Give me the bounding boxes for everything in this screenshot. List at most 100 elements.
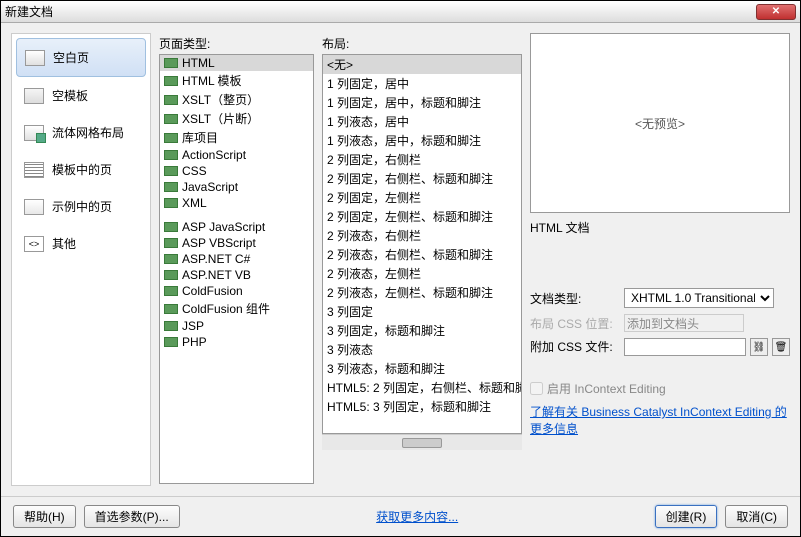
window-title: 新建文档	[5, 3, 756, 20]
remove-css-button[interactable]: 🗑	[772, 338, 790, 356]
page-type-item[interactable]: HTML 模板	[160, 71, 313, 90]
layout-item[interactable]: 2 列固定，左侧栏	[323, 188, 521, 207]
nav-item-label: 流体网格布局	[52, 124, 124, 141]
file-type-icon	[164, 133, 178, 143]
layout-item[interactable]: 1 列液态，居中，标题和脚注	[323, 131, 521, 150]
page-type-item[interactable]: ColdFusion 组件	[160, 299, 313, 318]
layout-item[interactable]: <无>	[323, 55, 521, 74]
page-type-label: HTML 模板	[182, 72, 242, 89]
page-type-item[interactable]: ASP.NET C#	[160, 251, 313, 267]
titlebar: 新建文档 ✕	[1, 1, 800, 23]
cancel-button[interactable]: 取消(C)	[725, 505, 788, 528]
nav-other[interactable]: <> 其他	[16, 225, 146, 262]
page-type-label: XSLT（片断）	[182, 110, 259, 127]
file-type-icon	[164, 238, 178, 248]
nav-item-label: 模板中的页	[52, 161, 112, 178]
doctype-label: 文档类型:	[530, 290, 618, 307]
get-more-link[interactable]: 获取更多内容...	[376, 510, 458, 524]
page-type-label: JSP	[182, 319, 204, 333]
close-button[interactable]: ✕	[756, 4, 796, 20]
link-css-button[interactable]: ⛓	[750, 338, 768, 356]
close-icon: ✕	[772, 6, 780, 17]
page-type-item[interactable]: ASP VBScript	[160, 235, 313, 251]
page-type-label: 库项目	[182, 129, 218, 146]
page-type-item[interactable]: JavaScript	[160, 179, 313, 195]
page-type-item[interactable]: ASP JavaScript	[160, 219, 313, 235]
page-type-item[interactable]: ASP.NET VB	[160, 267, 313, 283]
page-type-item[interactable]: XSLT（整页）	[160, 90, 313, 109]
nav-item-label: 其他	[52, 235, 76, 252]
layout-item[interactable]: HTML5: 3 列固定，标题和脚注	[323, 397, 521, 416]
help-button[interactable]: 帮助(H)	[13, 505, 76, 528]
layout-item[interactable]: 1 列固定，居中	[323, 74, 521, 93]
nav-page-from-sample[interactable]: 示例中的页	[16, 188, 146, 225]
scroll-thumb[interactable]	[402, 438, 442, 448]
file-type-icon	[164, 286, 178, 296]
page-type-item[interactable]: HTML	[160, 55, 313, 71]
layout-item[interactable]: 2 列液态，左侧栏	[323, 264, 521, 283]
layout-item[interactable]: 3 列液态，标题和脚注	[323, 359, 521, 378]
attach-css-row: 附加 CSS 文件: ⛓ 🗑	[530, 338, 790, 356]
layout-item[interactable]: 2 列固定，左侧栏、标题和脚注	[323, 207, 521, 226]
horizontal-scrollbar[interactable]	[322, 434, 522, 450]
layout-item[interactable]: 3 列液态	[323, 340, 521, 359]
layout-item[interactable]: 3 列固定，标题和脚注	[323, 321, 521, 340]
doctype-select[interactable]: XHTML 1.0 Transitional	[624, 288, 774, 308]
page-type-item[interactable]: ColdFusion	[160, 283, 313, 299]
layout-label: 3 列液态，标题和脚注	[327, 360, 445, 377]
nav-blank-page[interactable]: 空白页	[16, 38, 146, 77]
layout-label: 3 列固定	[327, 303, 373, 320]
layout-list[interactable]: <无>1 列固定，居中1 列固定，居中，标题和脚注1 列液态，居中1 列液态，居…	[322, 54, 522, 434]
doctype-row: 文档类型: XHTML 1.0 Transitional	[530, 288, 790, 308]
page-type-item[interactable]: ActionScript	[160, 147, 313, 163]
preferences-button[interactable]: 首选参数(P)...	[84, 505, 180, 528]
layout-label: 2 列液态，右侧栏	[327, 227, 421, 244]
page-type-column: 页面类型: HTML HTML 模板 XSLT（整页） XSLT（片断） 库项目Acti…	[159, 33, 314, 486]
layout-item[interactable]: 2 列固定，右侧栏	[323, 150, 521, 169]
page-template-icon	[24, 162, 44, 178]
file-type-icon	[164, 254, 178, 264]
page-type-label: ASP JavaScript	[182, 220, 265, 234]
layout-item[interactable]: 2 列液态，右侧栏	[323, 226, 521, 245]
nav-page-from-template[interactable]: 模板中的页	[16, 151, 146, 188]
layout-item[interactable]: 3 列固定	[323, 302, 521, 321]
file-type-icon	[164, 198, 178, 208]
page-type-label: XSLT（整页）	[182, 91, 259, 108]
layout-item[interactable]: 2 列液态，左侧栏、标题和脚注	[323, 283, 521, 302]
layout-item[interactable]: HTML5: 2 列固定，右侧栏、标题和脚	[323, 378, 521, 397]
layout-item[interactable]: 1 列液态，居中	[323, 112, 521, 131]
preview-box: <无预览>	[530, 33, 790, 213]
page-type-item[interactable]: 库项目	[160, 128, 313, 147]
nav-blank-template[interactable]: 空模板	[16, 77, 146, 114]
create-button[interactable]: 创建(R)	[655, 505, 718, 528]
page-type-label: CSS	[182, 164, 207, 178]
nav-fluid-grid[interactable]: 流体网格布局	[16, 114, 146, 151]
attach-css-label: 附加 CSS 文件:	[530, 338, 618, 355]
page-type-item[interactable]: CSS	[160, 163, 313, 179]
layout-item[interactable]: 2 列固定，右侧栏、标题和脚注	[323, 169, 521, 188]
page-type-label: ColdFusion 组件	[182, 300, 270, 317]
file-type-icon	[164, 270, 178, 280]
page-type-label: ASP.NET C#	[182, 252, 250, 266]
css-location-label: 布局 CSS 位置:	[530, 315, 618, 332]
layout-item[interactable]: 2 列液态，右侧栏、标题和脚注	[323, 245, 521, 264]
attach-css-input[interactable]	[624, 338, 746, 356]
page-type-item[interactable]: XSLT（片断）	[160, 109, 313, 128]
page-sample-icon	[24, 199, 44, 215]
layout-label: 2 列固定，右侧栏	[327, 151, 421, 168]
layout-column: 布局: <无>1 列固定，居中1 列固定，居中，标题和脚注1 列液态，居中1 列…	[322, 33, 522, 486]
page-type-item[interactable]: XML	[160, 195, 313, 211]
content-area: 空白页 空模板 流体网格布局 模板中的页 示例中的页 <> 其他	[1, 23, 800, 496]
layout-item[interactable]: 1 列固定，居中，标题和脚注	[323, 93, 521, 112]
page-type-label: HTML	[182, 56, 215, 70]
css-location-input	[624, 314, 744, 332]
layout-header: 布局:	[322, 33, 522, 54]
page-type-item[interactable]: JSP	[160, 318, 313, 334]
incontext-link[interactable]: 了解有关 Business Catalyst InContext Editing…	[530, 403, 790, 437]
page-type-list[interactable]: HTML HTML 模板 XSLT（整页） XSLT（片断） 库项目ActionScri…	[159, 54, 314, 484]
template-icon	[24, 88, 44, 104]
page-type-item[interactable]: PHP	[160, 334, 313, 350]
file-type-icon	[164, 95, 178, 105]
page-type-header: 页面类型:	[159, 33, 314, 54]
page-type-label: ASP.NET VB	[182, 268, 251, 282]
